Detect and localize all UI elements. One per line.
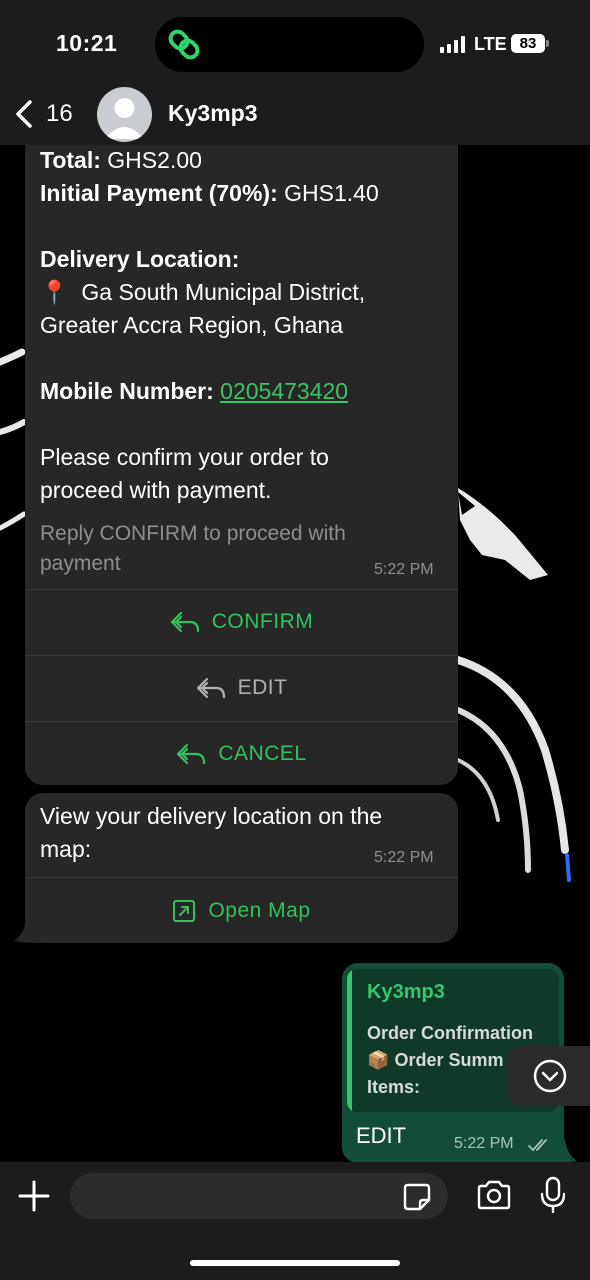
initial-payment-value: GHS1.40 <box>284 180 379 206</box>
initial-payment-line: Initial Payment (70%): GHS1.40 <box>40 177 379 210</box>
confirm-button[interactable]: CONFIRM <box>25 590 458 654</box>
status-bar: 10:21 LTE 83 <box>0 0 590 90</box>
read-receipt-icon <box>528 1139 547 1151</box>
contact-avatar[interactable] <box>97 87 152 142</box>
message-input[interactable] <box>70 1173 448 1219</box>
order-message-bubble: Total: GHS2.00 Initial Payment (70%): GH… <box>25 130 458 785</box>
battery-tip <box>546 40 549 47</box>
confirm-label: CONFIRM <box>211 610 314 633</box>
map-line2: map: <box>40 836 92 862</box>
mobile-line: Mobile Number: 0205473420 <box>40 375 348 408</box>
outgoing-text: EDIT <box>356 1123 407 1148</box>
quote-author: Ky3mp3 <box>367 981 445 1003</box>
quote-line3: Items: <box>367 1077 421 1097</box>
footer-line1: Reply CONFIRM to proceed with <box>40 522 346 545</box>
edit-button[interactable]: EDIT <box>25 656 458 720</box>
status-time: 10:21 <box>56 30 118 56</box>
back-chevron-icon[interactable] <box>12 98 42 130</box>
open-map-label: Open Map <box>208 898 311 922</box>
battery-icon: 83 <box>511 34 545 53</box>
quote-line1: Order Confirmation <box>367 1023 534 1043</box>
map-line1: View your delivery location on the <box>40 803 383 829</box>
dynamic-island <box>155 17 424 72</box>
mobile-number-link[interactable]: 0205473420 <box>220 378 348 404</box>
unread-count[interactable]: 16 <box>46 100 73 128</box>
total-label: Total: <box>40 147 101 173</box>
open-map-button[interactable]: Open Map <box>25 878 458 943</box>
message-composer <box>0 1162 590 1280</box>
outgoing-timestamp: 5:22 PM <box>454 1135 514 1152</box>
map-message-bubble: View your delivery location on the map: … <box>25 793 458 943</box>
reply-icon <box>170 611 199 633</box>
reply-icon <box>177 743 206 765</box>
sticker-icon[interactable] <box>402 1182 432 1212</box>
quote-line2-wrap: 📦 Order Summ <box>367 1050 503 1071</box>
external-link-icon <box>173 899 196 922</box>
location-line2: Greater Accra Region, Ghana <box>40 312 343 338</box>
footer-line2: payment <box>40 552 121 575</box>
confirm-line1: Please confirm your order to <box>40 444 329 470</box>
pin-icon: 📍 <box>40 279 69 305</box>
confirm-line2: proceed with payment. <box>40 477 272 503</box>
package-icon: 📦 <box>367 1050 390 1070</box>
total-value: GHS2.00 <box>107 147 202 173</box>
link-activity-icon <box>168 29 200 60</box>
initial-payment-label: Initial Payment (70%): <box>40 180 278 206</box>
plus-icon[interactable] <box>17 1179 51 1213</box>
edit-label: EDIT <box>237 676 288 699</box>
reply-icon <box>196 677 225 699</box>
quote-line2: Order Summ <box>394 1050 504 1070</box>
cancel-button[interactable]: CANCEL <box>25 722 458 786</box>
location-line1: Ga South Municipal District, <box>81 279 366 305</box>
mobile-label: Mobile Number: <box>40 378 214 404</box>
total-line: Total: GHS2.00 <box>40 144 202 177</box>
chevron-down-icon <box>533 1059 567 1093</box>
microphone-icon[interactable] <box>539 1176 567 1214</box>
scroll-to-bottom-button[interactable] <box>508 1046 590 1106</box>
message-timestamp: 5:22 PM <box>374 561 434 578</box>
map-timestamp: 5:22 PM <box>374 849 434 866</box>
camera-icon[interactable] <box>476 1180 512 1210</box>
contact-name[interactable]: Ky3mp3 <box>168 100 257 127</box>
home-indicator <box>190 1260 400 1266</box>
delivery-location-label: Delivery Location: <box>40 246 240 272</box>
chat-header: 16 Ky3mp3 <box>0 87 590 145</box>
cancel-label: CANCEL <box>218 742 307 765</box>
delivery-location-line1: 📍 Ga South Municipal District, <box>40 276 365 309</box>
person-icon <box>105 98 144 139</box>
quote-bar <box>347 969 352 1112</box>
signal-icon <box>440 36 465 53</box>
network-type: LTE <box>474 34 507 54</box>
